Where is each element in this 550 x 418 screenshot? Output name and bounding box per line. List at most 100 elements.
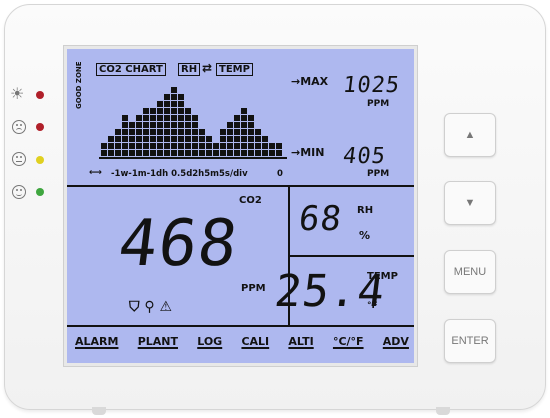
chart-bar-segment <box>248 150 254 156</box>
chart-bar-segment <box>178 94 184 100</box>
chart-bar-segment <box>150 115 156 121</box>
chart-bar-segment <box>269 143 275 149</box>
chart-bar-segment <box>157 122 163 128</box>
chart-bar-segment <box>220 143 226 149</box>
chart-bar-segment <box>227 122 233 128</box>
chart-bar-segment <box>157 150 163 156</box>
chart-bar-segment <box>262 143 268 149</box>
chart-bar-segment <box>108 143 114 149</box>
chart-bar-segment <box>276 150 282 156</box>
chart-bar-segment <box>164 136 170 142</box>
rh-tab: RH <box>178 63 201 76</box>
chart-bar-segment <box>178 108 184 114</box>
chart-bar-segment <box>171 115 177 121</box>
chart-bar-segment <box>164 101 170 107</box>
chart-bar-segment <box>171 129 177 135</box>
chart-bar-segment <box>255 129 261 135</box>
chart-bar-segment <box>157 115 163 121</box>
chart-bar-segment <box>241 129 247 135</box>
chart-bar-segment <box>227 143 233 149</box>
chart-bar-segment <box>206 150 212 156</box>
chart-bar-segment <box>234 129 240 135</box>
chart-bar-segment <box>248 143 254 149</box>
chart-bar-segment <box>122 136 128 142</box>
chart-bar-segment <box>178 150 184 156</box>
chart-bar-segment <box>164 150 170 156</box>
chart-bar-segment <box>220 129 226 135</box>
chart-bar-segment <box>164 108 170 114</box>
chart-bar-segment <box>185 143 191 149</box>
green-led <box>36 188 44 196</box>
chart-bar-segment <box>269 150 275 156</box>
chart-bar-segment <box>115 129 121 135</box>
down-button[interactable]: ▼ <box>444 181 496 225</box>
chart-bar-segment <box>171 150 177 156</box>
chart-bar-segment <box>234 136 240 142</box>
chart-bar-segment <box>206 143 212 149</box>
chart-bar-segment <box>136 136 142 142</box>
chart-bar-segment <box>241 108 247 114</box>
chart-bar-segment <box>157 101 163 107</box>
chart-bar-segment <box>150 143 156 149</box>
chart-bar-segment <box>136 122 142 128</box>
menu-button[interactable]: MENU <box>444 250 496 294</box>
chart-bar-segment <box>234 115 240 121</box>
chart-bar-segment <box>178 115 184 121</box>
yellow-led <box>36 156 44 164</box>
chart-bar-segment <box>171 122 177 128</box>
max-unit: PPM <box>367 99 390 109</box>
chart-bar-segment <box>164 115 170 121</box>
chart-bar-segment <box>199 143 205 149</box>
chart-bar-segment <box>185 122 191 128</box>
chart-bar-segment <box>220 136 226 142</box>
chart-bar-segment <box>157 108 163 114</box>
chart-bar-segment <box>129 150 135 156</box>
chart-bar-segment <box>262 136 268 142</box>
chart-bar-segment <box>143 108 149 114</box>
chart-bar-segment <box>234 150 240 156</box>
menu-log: LOG <box>197 335 223 348</box>
sun-icon: ☀ <box>10 86 25 103</box>
menu-alti: ALTI <box>288 335 314 348</box>
chart-bar-segment <box>157 129 163 135</box>
chart-bar-segment <box>255 143 261 149</box>
co2-chart-tab: CO2 CHART <box>96 63 166 76</box>
chart-bar-segment <box>192 143 198 149</box>
chart-bar-segment <box>192 150 198 156</box>
co2-label: CO2 <box>239 195 262 206</box>
chart-bar-segment <box>122 115 128 121</box>
chart-bar-segment <box>185 136 191 142</box>
down-arrow-icon: ▼ <box>464 197 476 209</box>
red-led-2 <box>36 123 44 131</box>
chart-bar-segment <box>213 150 219 156</box>
chart-bar-segment <box>150 108 156 114</box>
chart-bar-segment <box>241 143 247 149</box>
chart-bar-segment <box>262 150 268 156</box>
chart-bar-segment <box>192 122 198 128</box>
menu-units: °C/°F <box>332 335 364 348</box>
chart-bar-segment <box>108 136 114 142</box>
timescale-label: -1w-1m-1dh 0.5d2h5m5s/div <box>111 169 248 179</box>
chart-bar-segment <box>171 136 177 142</box>
rh-label: RH <box>357 205 374 216</box>
chart-bar-segment <box>171 87 177 93</box>
chart-bar-segment <box>171 108 177 114</box>
chart-bar-segment <box>248 122 254 128</box>
chart-bar-segment <box>248 115 254 121</box>
left-foot <box>92 407 106 415</box>
happy-face-icon <box>12 185 26 199</box>
menu-cali: CALI <box>241 335 270 348</box>
co2-value: 468 <box>114 207 243 281</box>
chart-bar-segment <box>164 143 170 149</box>
chart-bar-segment <box>143 129 149 135</box>
scroll-arrow-icon: ⟷ <box>89 168 102 178</box>
rh-value: 68 <box>296 199 345 239</box>
menu-divider <box>67 325 414 327</box>
up-button[interactable]: ▲ <box>444 113 496 157</box>
chart-bar-segment <box>129 129 135 135</box>
chart-bar-segment <box>171 143 177 149</box>
enter-button[interactable]: ENTER <box>444 319 496 363</box>
rh-unit: % <box>359 229 371 242</box>
chart-bar-segment <box>157 136 163 142</box>
chart-bar-segment <box>108 150 114 156</box>
